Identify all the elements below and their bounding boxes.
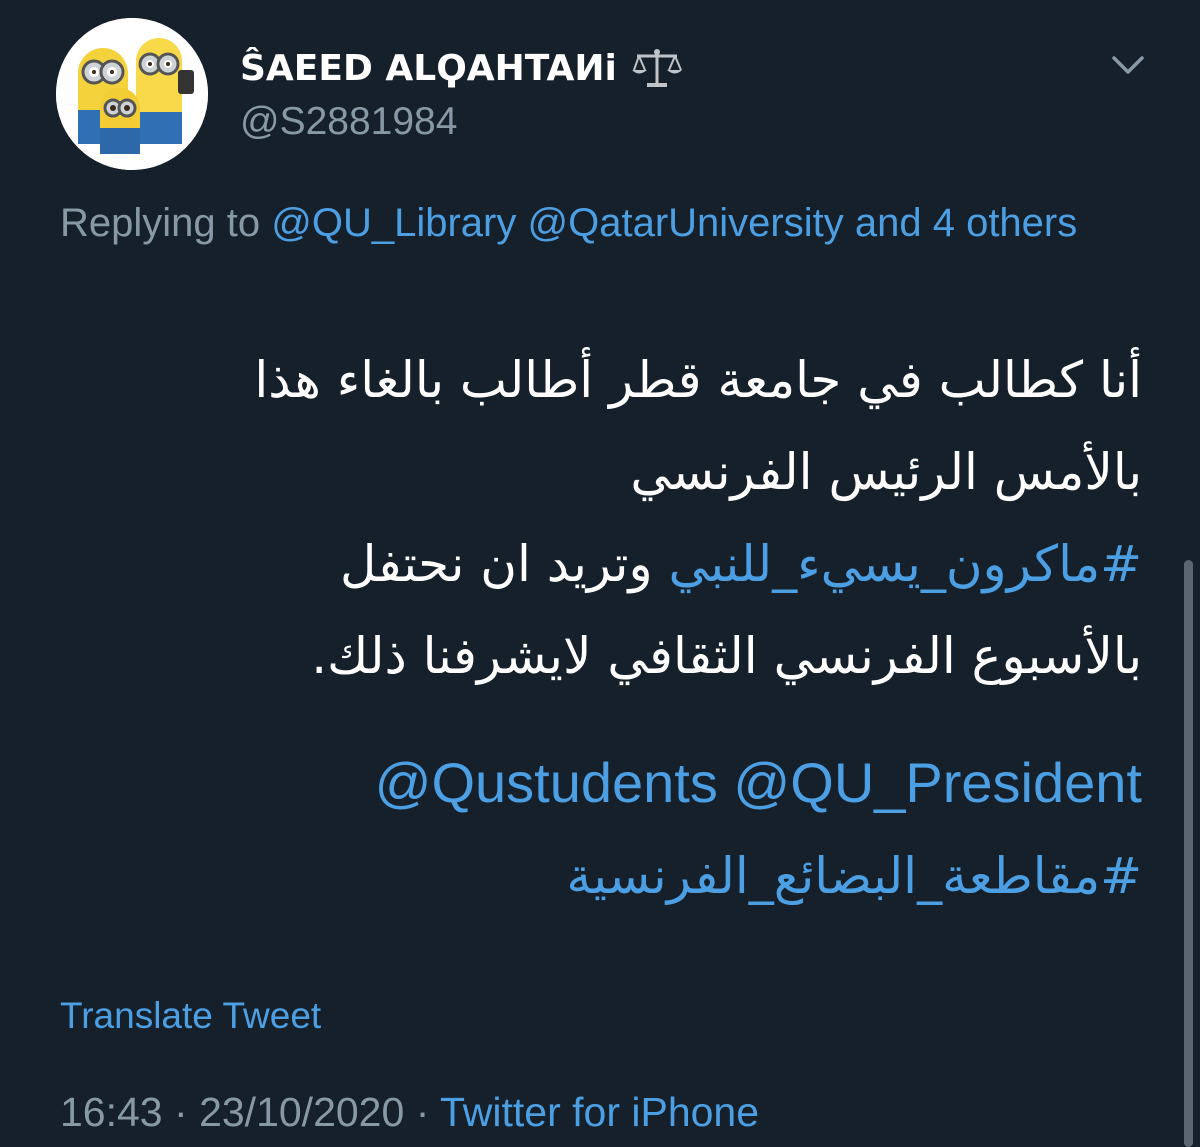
- avatar[interactable]: [56, 18, 208, 170]
- user-display-name[interactable]: ŜAEED ALϘAHTAИi: [240, 48, 617, 89]
- chevron-down-icon[interactable]: [1108, 48, 1148, 84]
- meta-separator: ·: [174, 1089, 188, 1135]
- tweet-hashtag-line: #مقاطعة_البضائع_الفرنسية: [60, 836, 1142, 916]
- meta-separator: ·: [415, 1089, 430, 1135]
- hashtag-link[interactable]: #مقاطعة_البضائع_الفرنسية: [566, 847, 1142, 905]
- minions-avatar-icon: [56, 18, 208, 170]
- tweet-mentions: @Qustudents @QU_President: [60, 745, 1142, 821]
- hashtag-link[interactable]: #ماكرون_يسيء_للنبي: [668, 535, 1142, 593]
- user-handle[interactable]: @S2881984: [240, 100, 457, 144]
- tweet-line-text: وتريد ان نحتفل: [339, 535, 669, 593]
- tweet-meta: 16:43 · 23/10/2020 · Twitter for iPhone: [60, 1084, 759, 1140]
- mention-qustudents[interactable]: @Qustudents: [375, 751, 718, 814]
- tweet-text: أنا كطالب في جامعة قطر أطالب بالغاء هذا …: [60, 334, 1142, 702]
- tweet-source-link[interactable]: Twitter for iPhone: [440, 1089, 759, 1135]
- scales-icon: [631, 46, 683, 90]
- tweet-line: بالأسبوع الفرنسي الثقافي لايشرفنا ذلك.: [311, 627, 1142, 685]
- scrollbar[interactable]: [1184, 560, 1193, 1147]
- tweet-time[interactable]: 16:43: [60, 1089, 163, 1135]
- tweet-line: بالأمس الرئيس الفرنسي: [630, 443, 1142, 501]
- tweet-line: #ماكرون_يسيء_للنبي وتريد ان نحتفل: [60, 518, 1142, 610]
- mention-qatar-university[interactable]: @QatarUniversity: [528, 201, 844, 245]
- mention-qu-library[interactable]: @QU_Library: [271, 201, 516, 245]
- translate-tweet-button[interactable]: Translate Tweet: [60, 992, 321, 1040]
- mention-qu-president[interactable]: @QU_President: [733, 751, 1142, 814]
- tweet-date[interactable]: 23/10/2020: [199, 1089, 404, 1135]
- reply-others-link[interactable]: and 4 others: [855, 201, 1077, 245]
- replying-to: Replying to @QU_Library @QatarUniversity…: [60, 190, 1145, 256]
- user-name-row: ŜAEED ALϘAHTAИi: [240, 40, 683, 96]
- tweet-line: أنا كطالب في جامعة قطر أطالب بالغاء هذا: [254, 351, 1142, 409]
- replying-to-label: Replying to: [60, 201, 261, 245]
